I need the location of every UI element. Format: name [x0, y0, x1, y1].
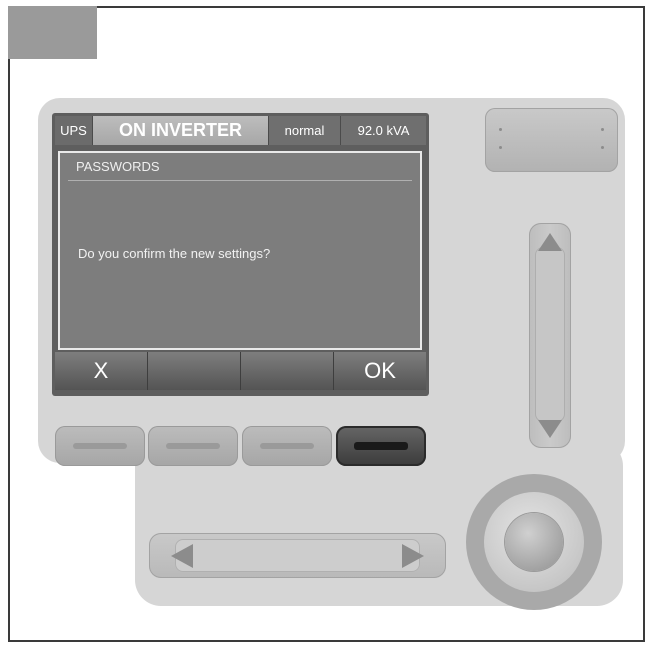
button-slot [166, 443, 220, 449]
button-slot [354, 442, 408, 450]
softkey-bar: X OK [55, 352, 426, 390]
top-right-button[interactable] [485, 108, 618, 172]
status-source: UPS [55, 116, 93, 145]
dialog-title: PASSWORDS [76, 159, 160, 174]
triangle-left-icon[interactable] [169, 542, 195, 570]
hardware-button-2[interactable] [148, 426, 238, 466]
vertical-scroll-rocker[interactable] [529, 223, 571, 448]
dial-center-button[interactable] [505, 513, 563, 571]
dialog-message: Do you confirm the new settings? [78, 246, 271, 261]
indicator-dot [499, 128, 502, 131]
password-dialog: PASSWORDS Do you confirm the new setting… [58, 151, 422, 350]
corner-tab [8, 6, 97, 59]
softkey-2[interactable] [148, 352, 241, 390]
status-bar: UPS ON INVERTER normal 92.0 kVA [55, 116, 426, 145]
triangle-right-icon[interactable] [400, 542, 426, 570]
horizontal-scroll-rocker[interactable] [149, 533, 446, 578]
rocker-inner [535, 247, 565, 422]
status-state: normal [268, 116, 340, 145]
hardware-button-1[interactable] [55, 426, 145, 466]
indicator-dot [601, 146, 604, 149]
triangle-down-icon[interactable] [536, 418, 564, 440]
status-mode: ON INVERTER [93, 116, 268, 145]
indicator-dot [499, 146, 502, 149]
softkey-ok[interactable]: OK [334, 352, 426, 390]
status-power: 92.0 kVA [340, 116, 426, 145]
hardware-button-3[interactable] [242, 426, 332, 466]
button-slot [260, 443, 314, 449]
rocker-inner [175, 539, 420, 572]
dialog-divider [68, 180, 412, 181]
button-slot [73, 443, 127, 449]
indicator-dot [601, 128, 604, 131]
softkey-cancel[interactable]: X [55, 352, 148, 390]
hardware-button-4-pressed[interactable] [336, 426, 426, 466]
triangle-up-icon[interactable] [536, 231, 564, 253]
softkey-3[interactable] [241, 352, 334, 390]
